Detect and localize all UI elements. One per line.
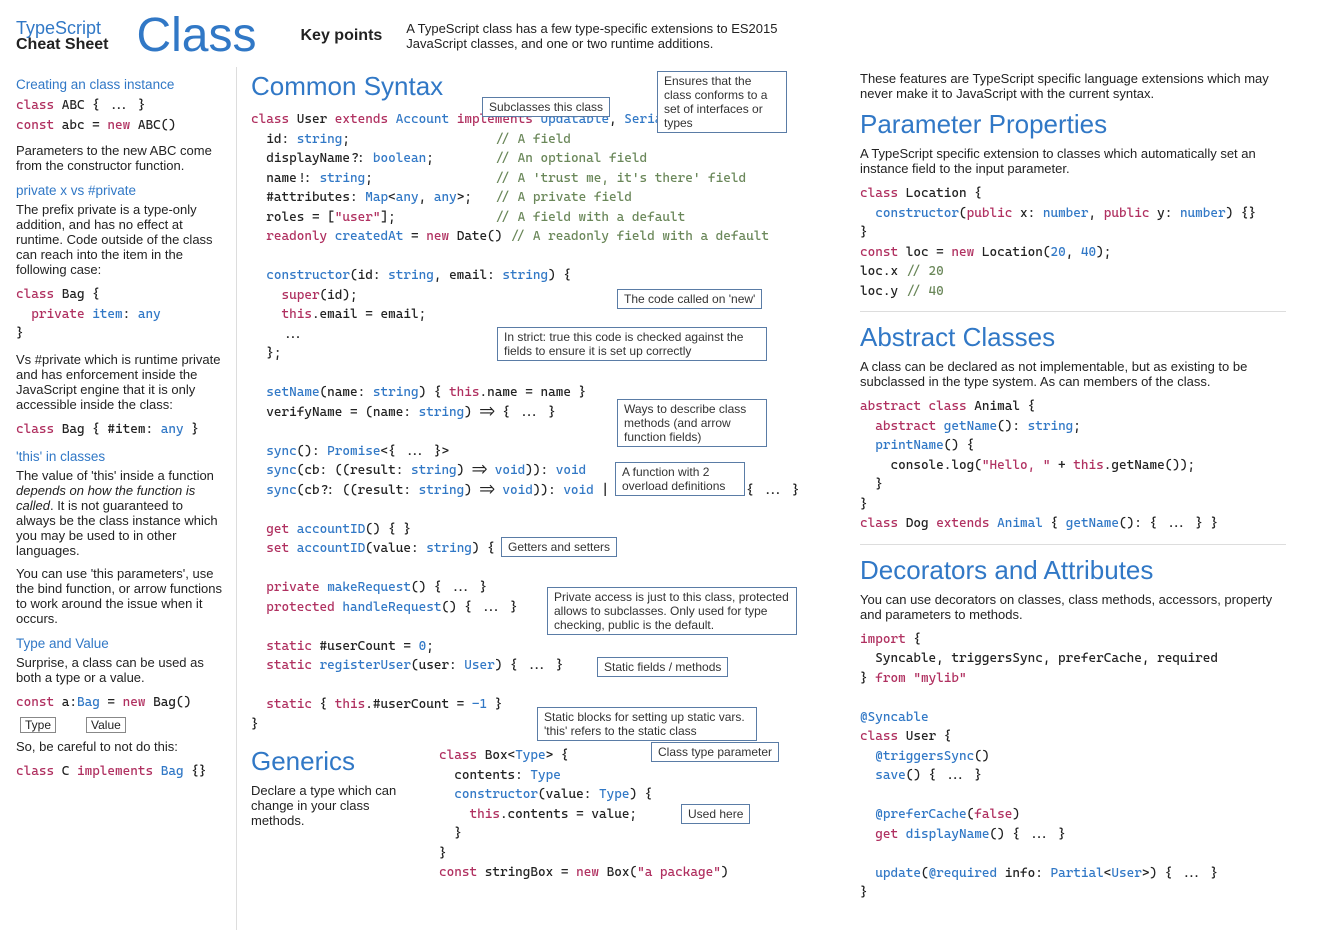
text-private-1: The prefix private is a type-only additi… [16, 202, 224, 277]
code-instance: class ABC { ... } const abc = new ABC() [16, 96, 224, 135]
text-decorators: You can use decorators on classes, class… [860, 592, 1286, 622]
key-points-text: A TypeScript class has a few type-specif… [406, 21, 836, 51]
text-typevalue-1: Surprise, a class can be used as both a … [16, 655, 224, 685]
heading-decorators: Decorators and Attributes [860, 555, 1286, 586]
middle-column: Common Syntax Subclasses this class Ensu… [236, 67, 846, 930]
code-decorators: import { Syncable, triggersSync, preferC… [860, 630, 1286, 903]
cheatsheet-label: Cheat Sheet [16, 37, 108, 53]
text-typevalue-2: So, be careful to not do this: [16, 739, 224, 754]
divider [860, 544, 1286, 545]
main-columns: Creating an class instance class ABC { .… [0, 67, 1330, 940]
callout-usedhere: Used here [681, 804, 750, 824]
heading-this: 'this' in classes [16, 449, 224, 464]
callout-methods: Ways to describe class methods (and arro… [617, 399, 767, 447]
callout-classtype: Class type parameter [651, 742, 779, 762]
heading-param-props: Parameter Properties [860, 109, 1286, 140]
code-param-props: class Location { constructor(public x: n… [860, 184, 1286, 301]
page-header: TypeScript Cheat Sheet Class Key points … [0, 0, 1330, 67]
code-abstract: abstract class Animal { abstract getName… [860, 397, 1286, 534]
text-instance: Parameters to the new ABC come from the … [16, 143, 224, 173]
divider [860, 311, 1286, 312]
callout-staticblock: Static blocks for setting up static vars… [537, 707, 757, 741]
left-column: Creating an class instance class ABC { .… [16, 67, 236, 930]
text-abstract: A class can be declared as not implement… [860, 359, 1286, 389]
logo-block: TypeScript Cheat Sheet [16, 19, 108, 53]
callout-overload: A function with 2 overload definitions [615, 462, 745, 496]
heading-abstract: Abstract Classes [860, 322, 1286, 353]
text-this-2: You can use 'this parameters', use the b… [16, 566, 224, 626]
heading-instance: Creating an class instance [16, 77, 224, 92]
callout-ensures: Ensures that the class conforms to a set… [657, 71, 787, 133]
page-title: Class [136, 8, 256, 63]
heading-common-syntax: Common Syntax [251, 71, 443, 102]
callout-getset: Getters and setters [501, 537, 617, 557]
right-column: These features are TypeScript specific l… [846, 67, 1286, 930]
code-typevalue-2: class C implements Bag {} [16, 762, 224, 782]
code-private-1: class Bag { private item: any } [16, 285, 224, 344]
callout-static: Static fields / methods [597, 657, 728, 677]
callout-strict: In strict: true this code is checked aga… [497, 327, 767, 361]
text-private-2: Vs #private which is runtime private and… [16, 352, 224, 412]
text-generics: Declare a type which can change in your … [251, 783, 421, 828]
typescript-label: TypeScript [16, 19, 108, 37]
key-points-label: Key points [301, 27, 383, 45]
heading-typevalue: Type and Value [16, 636, 224, 651]
heading-generics: Generics [251, 746, 421, 777]
callout-ctor: The code called on 'new' [617, 289, 762, 309]
code-typevalue-1: const a:Bag = new Bag() [16, 693, 224, 713]
heading-private: private x vs #private [16, 183, 224, 198]
callout-subclasses: Subclasses this class [482, 97, 610, 117]
callout-private: Private access is just to this class, pr… [547, 587, 797, 635]
text-param-props: A TypeScript specific extension to class… [860, 146, 1286, 176]
type-box: Type [20, 717, 56, 733]
text-right-intro: These features are TypeScript specific l… [860, 71, 1286, 101]
code-private-2: class Bag { #item: any } [16, 420, 224, 440]
text-this-1: The value of 'this' inside a function de… [16, 468, 224, 558]
value-box: Value [86, 717, 126, 733]
